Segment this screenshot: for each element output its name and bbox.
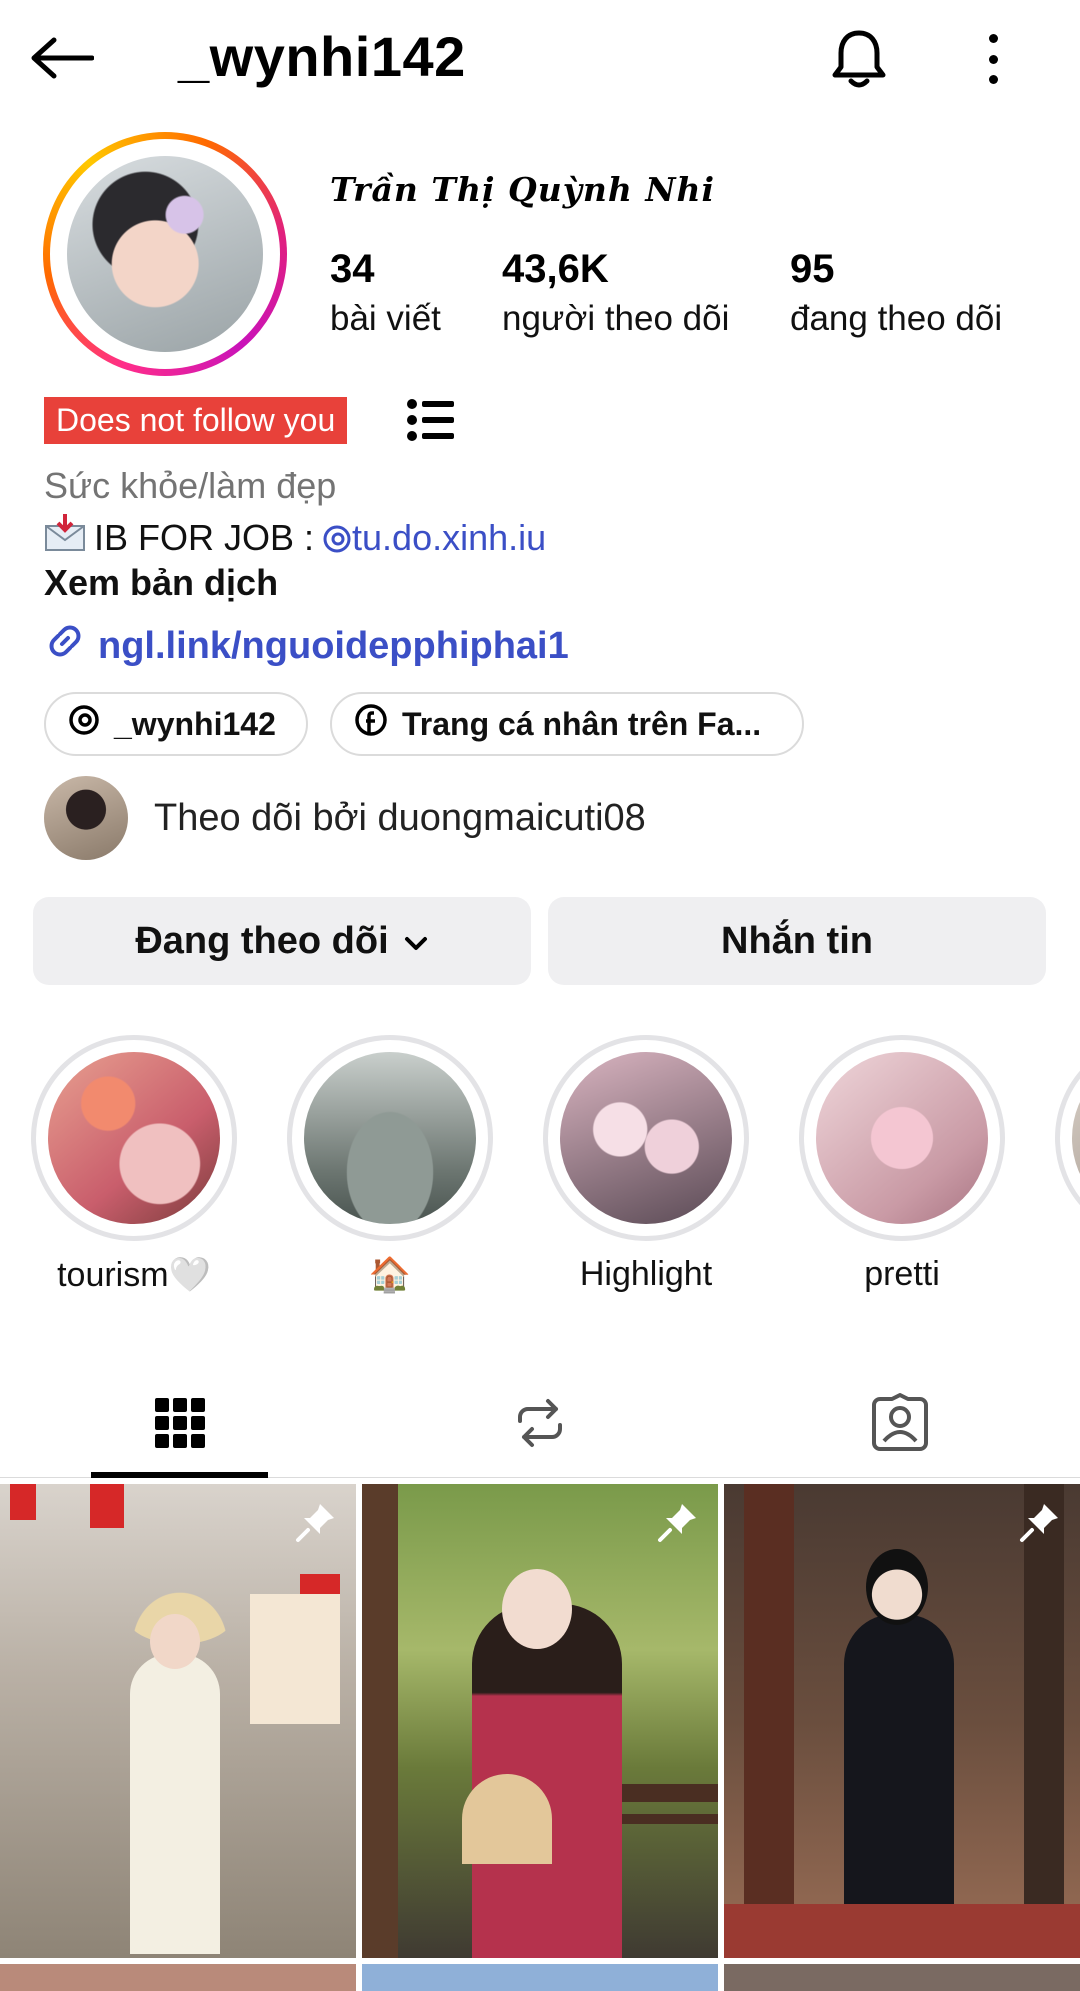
following-label: đang theo dõi <box>790 299 1003 338</box>
bio-line: IB FOR JOB : tu.do.xinh.iu <box>44 514 546 561</box>
grid-tab[interactable] <box>0 1372 360 1478</box>
pin-icon <box>294 1500 338 1549</box>
post-thumbnail[interactable] <box>0 1964 356 1991</box>
bio-link[interactable]: ngl.link/nguoidepphiphai1 <box>44 620 569 672</box>
highlight-partial[interactable] <box>1055 1035 1080 1241</box>
profile-category: Sức khỏe/làm đẹp <box>44 465 337 506</box>
following-count[interactable]: 95 đang theo dõi <box>790 245 1002 345</box>
followed-by-text: Theo dõi bởi duongmaicuti08 <box>154 796 646 839</box>
bio-link-text: ngl.link/nguoidepphiphai1 <box>98 624 569 667</box>
facebook-pill[interactable]: Trang cá nhân trên Fa... <box>330 692 804 756</box>
followers-number: 43,6K <box>502 247 609 291</box>
bell-icon[interactable] <box>826 25 896 95</box>
highlight-image <box>48 1052 220 1224</box>
posts-count[interactable]: 34 bài viết <box>330 245 441 345</box>
see-translation-link[interactable]: Xem bản dịch <box>44 562 278 604</box>
repost-icon <box>512 1395 568 1456</box>
pin-icon <box>1018 1500 1062 1549</box>
followed-by-row[interactable]: Theo dõi bởi duongmaicuti08 <box>44 776 646 860</box>
profile-username: _wynhi142 <box>178 25 466 88</box>
threads-icon <box>68 704 100 744</box>
tagged-person-icon <box>870 1392 930 1458</box>
message-button-label: Nhắn tin <box>721 919 873 962</box>
post-thumbnail[interactable] <box>0 1484 356 1958</box>
facebook-icon <box>354 703 388 745</box>
highlight-home[interactable]: 🏠 <box>287 1035 493 1295</box>
post-thumbnail[interactable] <box>724 1484 1080 1958</box>
post-thumbnail[interactable] <box>362 1484 718 1958</box>
following-number: 95 <box>790 247 835 291</box>
tagged-tab[interactable] <box>720 1372 1080 1478</box>
highlight-tourism[interactable]: tourism🤍 <box>31 1035 237 1295</box>
message-button[interactable]: Nhắn tin <box>548 897 1046 985</box>
grid-icon <box>154 1397 206 1454</box>
profile-tabs <box>0 1372 1080 1478</box>
active-tab-indicator <box>91 1472 268 1478</box>
facebook-pill-label: Trang cá nhân trên Fa... <box>402 705 762 742</box>
highlight-label: tourism🤍 <box>57 1256 211 1294</box>
highlight-image <box>304 1052 476 1224</box>
bio-text: IB FOR JOB : <box>94 516 315 558</box>
highlight-label: pretti <box>864 1255 940 1293</box>
threads-pill-label: _wynhi142 <box>114 705 276 742</box>
following-button-label: Đang theo dõi <box>135 919 389 962</box>
envelope-icon <box>44 514 86 561</box>
highlight-label: 🏠 <box>368 1256 412 1294</box>
pin-icon <box>656 1500 700 1549</box>
avatar <box>67 156 263 352</box>
back-arrow-icon[interactable] <box>30 28 102 88</box>
highlight-image <box>816 1052 988 1224</box>
followers-count[interactable]: 43,6K người theo dõi <box>502 245 729 345</box>
threads-pill[interactable]: _wynhi142 <box>44 692 308 756</box>
more-vertical-icon[interactable] <box>970 28 1016 90</box>
display-name: Trần Thị Quỳnh Nhi <box>330 170 716 209</box>
chevron-down-icon <box>403 920 429 963</box>
list-icon[interactable] <box>406 396 456 444</box>
highlight-highlight[interactable]: Highlight <box>543 1035 749 1294</box>
does-not-follow-badge: Does not follow you <box>44 397 348 444</box>
bio-mention-link[interactable]: tu.do.xinh.iu <box>322 517 546 559</box>
reposts-tab[interactable] <box>360 1372 720 1478</box>
top-bar: _wynhi142 <box>0 0 1080 115</box>
posts-number: 34 <box>330 247 375 291</box>
post-thumbnail[interactable] <box>724 1964 1080 1991</box>
highlight-image <box>560 1052 732 1224</box>
avatar-story-ring[interactable] <box>43 132 287 376</box>
followers-label: người theo dõi <box>502 299 730 338</box>
highlight-pretti[interactable]: pretti <box>799 1035 1005 1294</box>
highlight-label: Highlight <box>579 1255 713 1293</box>
follower-avatar <box>44 776 128 860</box>
post-thumbnail[interactable] <box>362 1964 718 1991</box>
posts-label: bài viết <box>330 299 441 338</box>
following-button[interactable]: Đang theo dõi <box>33 897 531 985</box>
link-icon <box>44 620 86 672</box>
